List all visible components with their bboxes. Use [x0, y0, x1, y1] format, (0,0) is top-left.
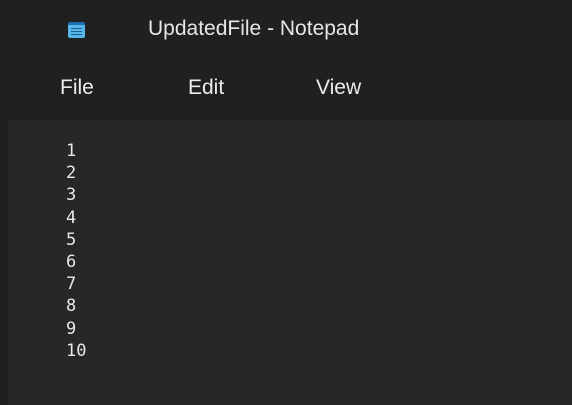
text-line: 9: [66, 318, 77, 339]
text-line: 2: [66, 163, 77, 184]
text-line: 5: [66, 229, 77, 250]
text-line: 4: [66, 207, 77, 228]
notepad-icon: [68, 22, 85, 38]
text-editor[interactable]: 1 2 3 4 5 6 7 8 9 10: [8, 120, 572, 405]
text-line: 3: [66, 185, 77, 206]
window-edge: [0, 0, 8, 405]
text-line: 7: [66, 274, 77, 295]
text-line: 6: [66, 252, 77, 273]
text-line: 8: [66, 296, 77, 317]
window-title: UpdatedFile - Notepad: [148, 17, 360, 40]
text-content[interactable]: 1 2 3 4 5 6 7 8 9 10: [66, 140, 86, 362]
menu-bar: File Edit View: [8, 60, 572, 120]
menu-edit[interactable]: Edit: [188, 76, 224, 100]
title-bar[interactable]: UpdatedFile - Notepad: [8, 0, 572, 60]
notepad-window: UpdatedFile - Notepad File Edit View 1 2…: [8, 0, 572, 405]
menu-file[interactable]: File: [60, 76, 94, 100]
text-line: 1: [66, 141, 77, 161]
menu-view[interactable]: View: [316, 76, 361, 100]
text-line: 10: [66, 340, 87, 361]
